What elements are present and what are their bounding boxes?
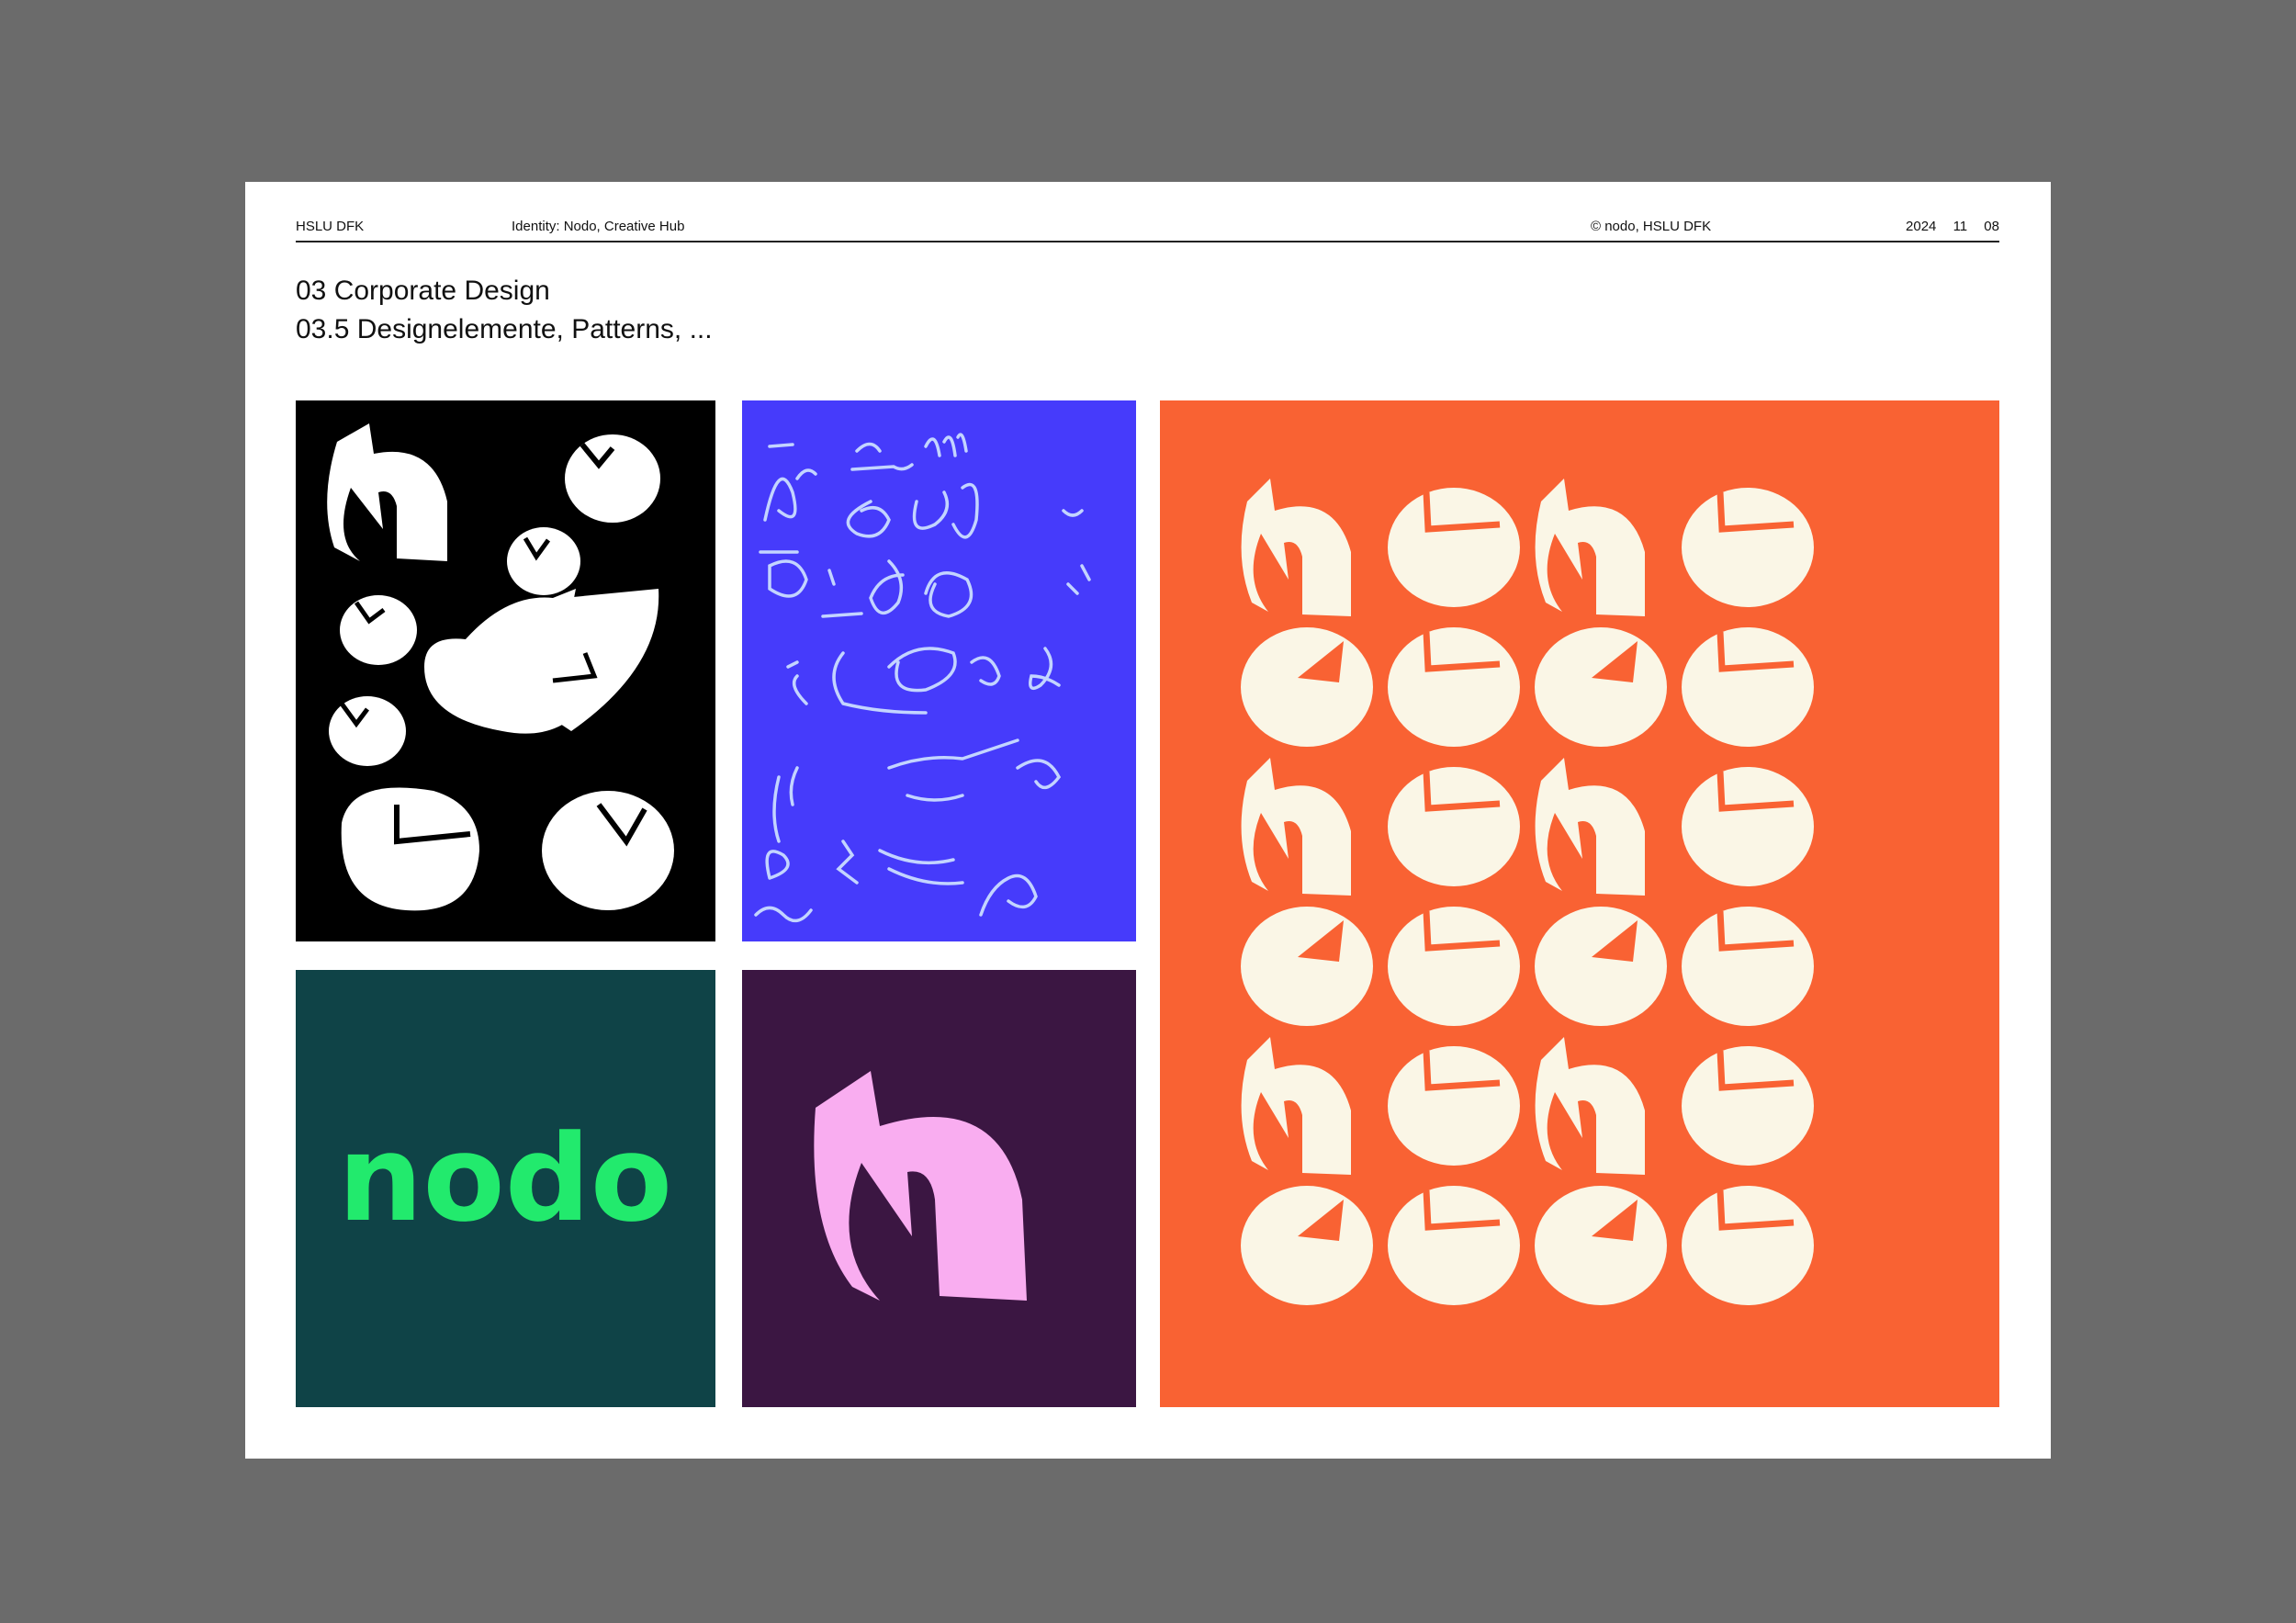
chapter-title: 03 Corporate Design [296,276,550,306]
header-date: 2024 11 08 [1906,219,1999,234]
pattern-o-glyph [1241,627,1373,747]
header-copyright: © nodo, HSLU DFK [1591,219,1712,234]
pattern-o-glyph [1388,907,1520,1026]
pattern-o-glyph [1388,1046,1520,1166]
pattern-o-glyph [1682,488,1814,607]
teal-wordmark-panel: nodo [296,970,715,1407]
pattern-o-glyph [1682,907,1814,1026]
pattern-o-glyph [1535,907,1667,1026]
pattern-o-glyph [1388,767,1520,886]
blue-squiggle-panel [742,400,1136,941]
purple-glyph-panel [742,970,1136,1407]
pattern-o-glyph [1388,1186,1520,1305]
header-org: HSLU DFK [296,219,365,234]
page-header: HSLU DFK Identity: Nodo, Creative Hub © … [296,219,1999,242]
pattern-o-glyph [1682,627,1814,747]
page-title: 03 Corporate Design 03.5 Designelemente,… [296,272,713,349]
section-title: 03.5 Designelemente, Patterns, ... [296,314,713,344]
pattern-o-glyph [1682,767,1814,886]
pattern-o-glyph [1682,1046,1814,1166]
pattern-o-glyph [1682,1186,1814,1305]
black-shapes-panel [296,400,715,941]
pattern-o-glyph [1535,627,1667,747]
presentation-sheet: HSLU DFK Identity: Nodo, Creative Hub © … [245,182,2051,1459]
header-project: Identity: Nodo, Creative Hub [512,219,685,234]
pattern-o-glyph [1535,1186,1667,1305]
nodo-wordmark: nodo [338,1109,672,1248]
pattern-o-glyph [1241,907,1373,1026]
pattern-o-glyph [1241,1186,1373,1305]
pattern-o-glyph [1388,488,1520,607]
pattern-o-glyph [1388,627,1520,747]
orange-logo-pattern-panel [1160,400,1999,1407]
